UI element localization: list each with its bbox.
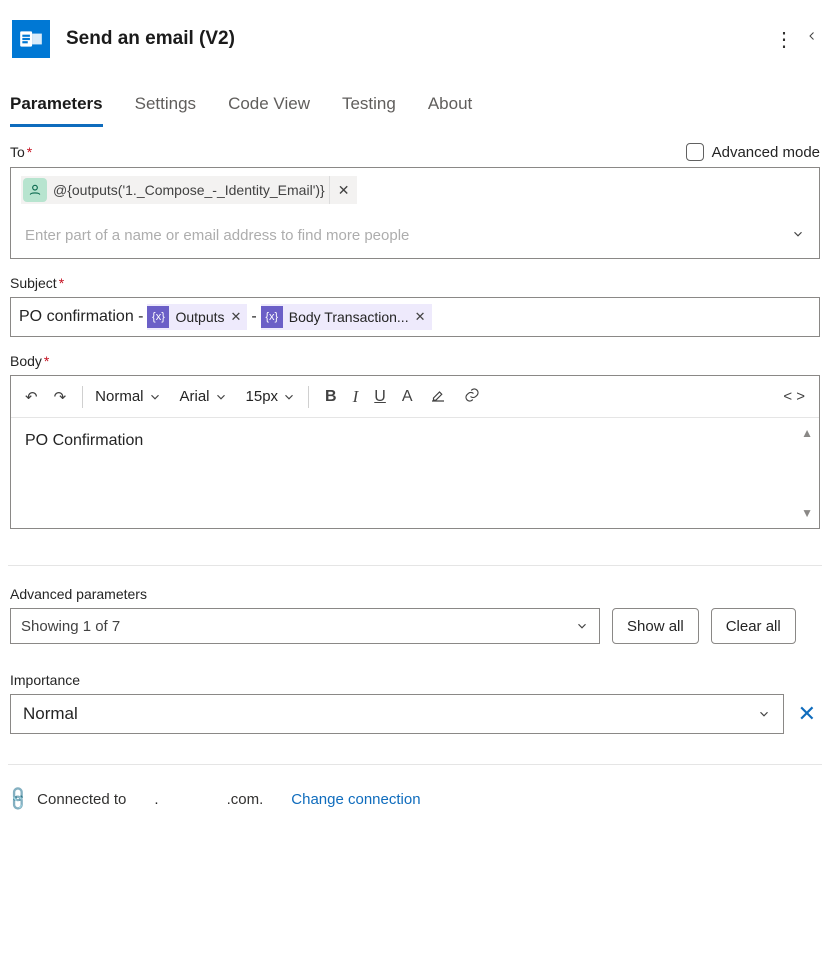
code-view-button[interactable]: < > — [779, 384, 809, 409]
connection-dot: . — [154, 791, 158, 808]
action-header: Send an email (V2) ⋮ — [8, 18, 822, 60]
scrollbar[interactable]: ▲ ▼ — [801, 426, 813, 520]
redo-button[interactable]: ↷ — [50, 384, 71, 410]
remove-importance-button[interactable]: ✕ — [794, 697, 820, 731]
required-marker: * — [27, 144, 32, 160]
importance-section: Importance Normal ✕ — [8, 672, 822, 734]
tab-about[interactable]: About — [428, 88, 472, 127]
font-dropdown[interactable]: Arial — [180, 388, 228, 405]
style-dropdown[interactable]: Normal — [95, 388, 161, 405]
advanced-parameters-dropdown[interactable]: Showing 1 of 7 — [10, 608, 600, 644]
subject-label: Subject — [10, 275, 57, 291]
tab-parameters[interactable]: Parameters — [10, 88, 103, 127]
more-menu-button[interactable]: ⋮ — [770, 21, 798, 58]
fx-icon: {x} — [147, 306, 169, 328]
undo-button[interactable]: ↶ — [21, 384, 42, 410]
show-all-button[interactable]: Show all — [612, 608, 699, 644]
clear-all-button[interactable]: Clear all — [711, 608, 796, 644]
subject-field[interactable]: PO confirmation - {x} Outputs ✕ - {x} Bo… — [10, 297, 820, 337]
bold-button[interactable]: B — [321, 384, 341, 410]
divider — [8, 764, 822, 765]
tab-settings[interactable]: Settings — [135, 88, 196, 127]
underline-button[interactable]: U — [370, 384, 390, 410]
connected-to-label: Connected to — [37, 791, 126, 808]
importance-dropdown[interactable]: Normal — [10, 694, 784, 734]
advanced-mode-checkbox[interactable] — [686, 143, 704, 161]
tab-code-view[interactable]: Code View — [228, 88, 310, 127]
subject-text-prefix: PO confirmation - — [19, 308, 143, 326]
font-color-button[interactable]: A — [398, 384, 417, 410]
action-title: Send an email (V2) — [66, 28, 770, 50]
to-field[interactable]: @{outputs('1._Compose_-_Identity_Email')… — [10, 167, 820, 259]
highlight-button[interactable] — [425, 382, 451, 412]
font-size-dropdown[interactable]: 15px — [246, 388, 297, 405]
tab-testing[interactable]: Testing — [342, 88, 396, 127]
advanced-mode-toggle[interactable]: Advanced mode — [686, 143, 820, 161]
subject-token-outputs[interactable]: {x} Outputs ✕ — [147, 304, 247, 330]
connection-domain: .com. — [227, 791, 264, 808]
editor-toolbar: ↶ ↷ Normal Arial 15px B I U A — [11, 376, 819, 418]
to-section: To * Advanced mode @{outputs('1._Compose… — [8, 143, 822, 259]
advanced-mode-label: Advanced mode — [712, 144, 820, 161]
divider — [8, 565, 822, 566]
to-expand-icon[interactable] — [787, 223, 809, 248]
required-marker: * — [59, 275, 64, 291]
subject-token-body-transaction[interactable]: {x} Body Transaction... ✕ — [261, 304, 432, 330]
person-icon — [23, 178, 47, 202]
scroll-up-icon[interactable]: ▲ — [801, 426, 813, 440]
collapse-chevron-button[interactable] — [802, 21, 822, 57]
importance-label: Importance — [10, 672, 80, 688]
italic-button[interactable]: I — [349, 383, 363, 411]
to-token-chip[interactable]: @{outputs('1._Compose_-_Identity_Email')… — [21, 176, 357, 204]
advanced-parameters-label: Advanced parameters — [10, 586, 147, 602]
token-remove[interactable]: ✕ — [415, 309, 426, 325]
change-connection-link[interactable]: Change connection — [291, 791, 420, 808]
body-content[interactable]: PO Confirmation ▲ ▼ — [11, 418, 819, 528]
scroll-down-icon[interactable]: ▼ — [801, 506, 813, 520]
advanced-parameters-section: Advanced parameters Showing 1 of 7 Show … — [8, 586, 822, 644]
required-marker: * — [44, 353, 49, 369]
subject-section: Subject * PO confirmation - {x} Outputs … — [8, 275, 822, 337]
body-section: Body * ↶ ↷ Normal Arial 15px B I U A — [8, 353, 822, 529]
fx-icon: {x} — [261, 306, 283, 328]
body-label: Body — [10, 353, 42, 369]
connection-row: 🔗 Connected to . .com. Change connection — [8, 789, 822, 809]
outlook-icon — [12, 20, 50, 58]
link-icon: 🔗 — [4, 784, 33, 813]
to-label: To — [10, 144, 25, 160]
link-button[interactable] — [459, 382, 485, 412]
body-editor: ↶ ↷ Normal Arial 15px B I U A — [10, 375, 820, 529]
to-input[interactable] — [21, 221, 787, 250]
subject-text-sep: - — [251, 308, 256, 326]
to-token-remove[interactable]: ✕ — [329, 176, 358, 204]
to-token-text: @{outputs('1._Compose_-_Identity_Email')… — [53, 182, 325, 198]
tab-bar: Parameters Settings Code View Testing Ab… — [8, 88, 822, 127]
token-remove[interactable]: ✕ — [231, 309, 242, 325]
